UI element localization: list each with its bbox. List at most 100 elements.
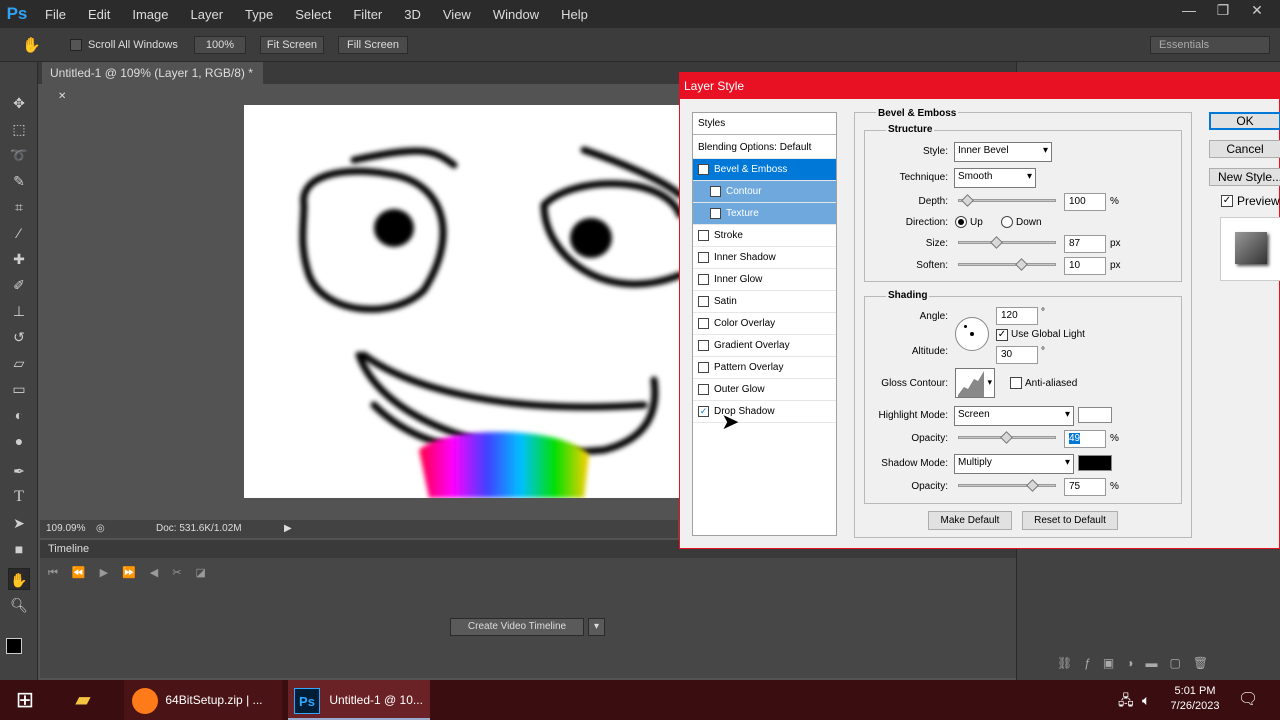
photoshop-task-button[interactable]: Ps Untitled-1 @ 10... [288,680,430,720]
gradient-overlay-checkbox[interactable] [698,339,709,351]
gradient-tool-icon[interactable]: ▭ [8,378,30,400]
styles-header[interactable]: Styles [693,113,836,135]
path-select-tool-icon[interactable]: ➤ [8,512,30,534]
menu-image[interactable]: Image [121,7,179,22]
menu-edit[interactable]: Edit [77,7,121,22]
style-inner-glow[interactable]: Inner Glow [693,269,836,291]
lasso-tool-icon[interactable]: ➰ [8,144,30,166]
create-video-timeline-button[interactable]: Create Video Timeline [450,618,584,636]
firefox-task-button[interactable]: 64BitSetup.zip | ... [124,680,282,720]
scroll-all-checkbox[interactable] [70,39,82,51]
shape-tool-icon[interactable]: ■ [8,538,30,560]
style-pattern-overlay[interactable]: Pattern Overlay [693,357,836,379]
fx-icon[interactable]: ƒ [1084,656,1103,670]
play-icon[interactable]: ▶ [100,567,122,579]
fit-screen-button[interactable]: Fit Screen [260,36,324,54]
close-tab-icon[interactable]: ✕ [58,91,66,102]
zoom-tool-icon[interactable]: 🔍︎ [8,594,30,616]
first-frame-icon[interactable]: ⏮ [48,567,72,579]
history-brush-tool-icon[interactable]: ↺ [8,326,30,348]
shadow-mode-select[interactable]: Multiply [954,454,1074,474]
angle-input[interactable]: 120 [996,307,1038,325]
close-window-icon[interactable]: ✕ [1240,0,1274,22]
foreground-color-swatch[interactable] [6,638,22,654]
file-explorer-icon[interactable]: ▰ [64,680,102,720]
clock[interactable]: 5:01 PM 7/26/2023 [1166,684,1224,714]
next-frame-icon[interactable]: ⏩ [122,567,150,579]
menu-help[interactable]: Help [550,7,599,22]
transition-icon[interactable]: ◪ [195,567,219,579]
zoom-level[interactable]: 109.09% [46,520,85,538]
style-outer-glow[interactable]: Outer Glow [693,379,836,401]
volume-icon[interactable]: 🔈︎ [1142,680,1162,720]
menu-3d[interactable]: 3D [393,7,432,22]
style-satin[interactable]: Satin [693,291,836,313]
audio-icon[interactable]: ◀ [150,567,172,579]
minimize-icon[interactable]: — [1172,0,1206,22]
notification-icon[interactable]: 🗨︎ [1238,680,1258,720]
move-tool-icon[interactable]: ✥ [8,92,30,114]
pattern-overlay-checkbox[interactable] [698,361,709,373]
style-gradient-overlay[interactable]: Gradient Overlay [693,335,836,357]
blur-tool-icon[interactable]: ◐ [8,404,30,426]
dodge-tool-icon[interactable]: ● [8,430,30,452]
eyedropper-tool-icon[interactable]: ⁄ [8,222,30,244]
style-bevel-emboss[interactable]: ✓ Bevel & Emboss [693,159,836,181]
technique-select[interactable]: Smooth [954,168,1036,188]
angle-dial[interactable] [955,317,989,351]
bevel-checkbox[interactable]: ✓ [698,163,709,175]
new-layer-icon[interactable]: ▢ [1170,656,1193,670]
status-menu-arrow-icon[interactable]: ▶ [284,520,292,538]
hand-tool-active-icon[interactable]: ✋ [8,568,30,590]
style-drop-shadow[interactable]: ✓ Drop Shadow [693,401,836,423]
style-contour[interactable]: Contour [693,181,836,203]
menu-window[interactable]: Window [482,7,550,22]
color-overlay-checkbox[interactable] [698,317,709,329]
altitude-input[interactable]: 30 [996,346,1038,364]
direction-up-radio[interactable] [955,216,967,228]
inner-shadow-checkbox[interactable] [698,251,709,263]
shadow-opacity-slider[interactable] [958,484,1056,487]
inner-glow-checkbox[interactable] [698,273,709,285]
direction-down-radio[interactable] [1001,216,1013,228]
fill-screen-button[interactable]: Fill Screen [338,36,408,54]
style-stroke[interactable]: Stroke [693,225,836,247]
group-icon[interactable]: ▬ [1146,656,1170,670]
depth-input[interactable]: 100 [1064,193,1106,211]
marquee-tool-icon[interactable]: ⬚ [8,118,30,140]
menu-layer[interactable]: Layer [180,7,235,22]
adjustment-icon[interactable]: ◑ [1126,656,1145,670]
shadow-opacity-input[interactable]: 75 [1064,478,1106,496]
outer-glow-checkbox[interactable] [698,383,709,395]
size-slider[interactable] [958,241,1056,244]
highlight-color-swatch[interactable] [1078,407,1112,423]
preview-checkbox[interactable]: ✓ [1221,195,1233,207]
document-tab[interactable]: Untitled-1 @ 109% (Layer 1, RGB/8) * ✕ [42,62,264,102]
shadow-color-swatch[interactable] [1078,455,1112,471]
ok-button[interactable]: OK [1209,112,1280,130]
drop-shadow-checkbox[interactable]: ✓ [698,405,709,417]
split-icon[interactable]: ✂ [172,567,195,579]
highlight-mode-select[interactable]: Screen [954,406,1074,426]
blending-options[interactable]: Blending Options: Default [693,137,836,159]
timeline-dropdown-icon[interactable]: ▾ [588,618,605,636]
menu-view[interactable]: View [432,7,482,22]
soften-slider[interactable] [958,263,1056,266]
document-canvas[interactable] [244,105,680,498]
status-share-icon[interactable]: ◎ [96,520,105,538]
type-tool-icon[interactable]: T [8,486,30,508]
prev-frame-icon[interactable]: ⏪ [72,567,100,579]
pen-tool-icon[interactable]: ✒ [8,460,30,482]
network-icon[interactable]: 🖧 [1118,680,1138,720]
cancel-button[interactable]: Cancel [1209,140,1280,158]
menu-type[interactable]: Type [234,7,284,22]
hand-tool-icon[interactable]: ✋ [22,36,41,54]
gloss-contour-picker[interactable]: ▾ [955,368,995,398]
trash-icon[interactable]: 🗑︎ [1193,656,1220,670]
use-global-light-checkbox[interactable]: ✓ [996,329,1008,341]
satin-checkbox[interactable] [698,295,709,307]
anti-aliased-checkbox[interactable] [1010,377,1022,389]
clone-stamp-tool-icon[interactable]: ⊥ [8,300,30,322]
zoom-100-button[interactable]: 100% [194,36,246,54]
highlight-opacity-input[interactable]: 49 [1064,430,1106,448]
